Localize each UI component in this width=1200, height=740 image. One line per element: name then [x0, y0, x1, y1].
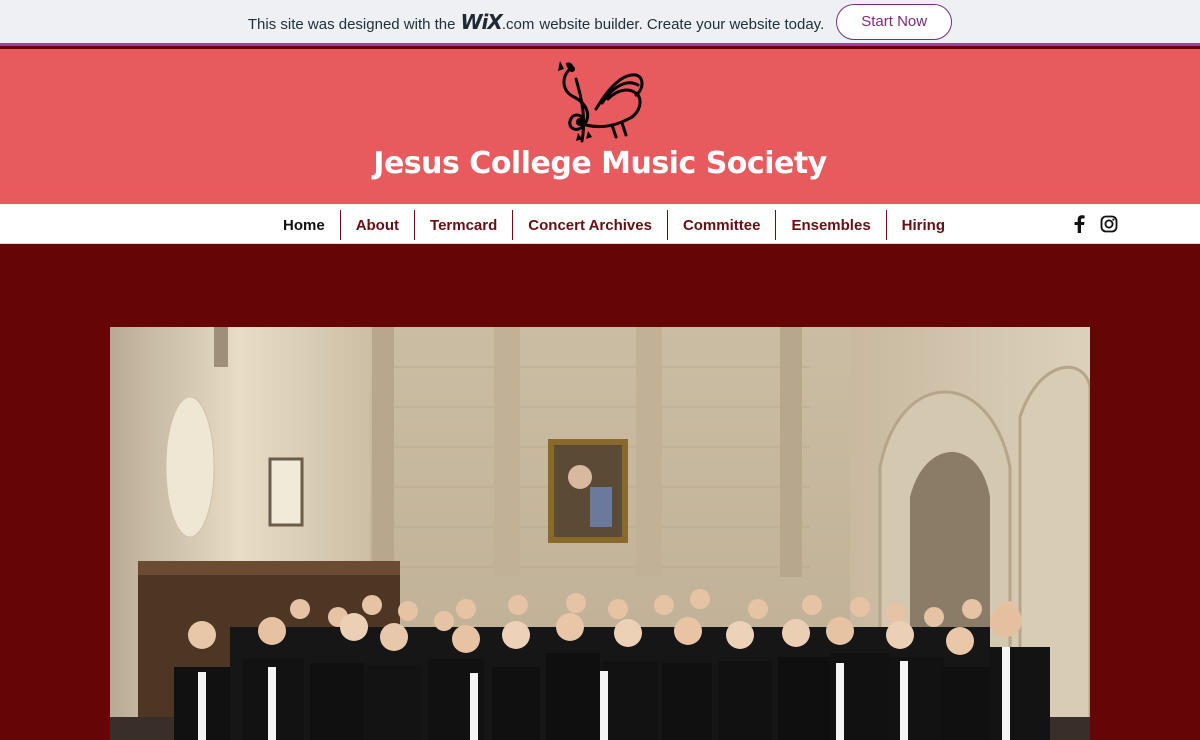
nav-item-ensembles[interactable]: Ensembles: [775, 210, 885, 240]
wix-dotcom: .com: [501, 15, 535, 33]
facebook-icon[interactable]: [1070, 215, 1088, 233]
wix-banner-text-after: website builder. Create your website tod…: [539, 15, 825, 33]
start-now-button[interactable]: Start Now: [836, 3, 953, 40]
group-photo: [110, 327, 1090, 740]
nav-item-termcard[interactable]: Termcard: [414, 210, 512, 240]
nav-item-home[interactable]: Home: [268, 210, 340, 240]
rooster-treble-clef-icon[interactable]: [552, 59, 648, 145]
wix-banner-text: This site was designed with the WiX .com …: [248, 10, 824, 34]
nav-list: Home About Termcard Concert Archives Com…: [268, 210, 960, 240]
wix-logo[interactable]: WiX: [461, 10, 503, 34]
nav-item-committee[interactable]: Committee: [666, 210, 776, 240]
site-header: Jesus College Music Society: [0, 49, 1200, 204]
site-title: Jesus College Music Society: [373, 146, 827, 181]
nav-item-concert-archives[interactable]: Concert Archives: [512, 210, 667, 240]
wix-banner-text-before: This site was designed with the: [247, 15, 456, 33]
social-links: [1070, 215, 1118, 233]
main-nav: Home About Termcard Concert Archives Com…: [0, 204, 1200, 244]
nav-item-about[interactable]: About: [339, 210, 414, 240]
wix-promo-banner: This site was designed with the WiX .com …: [0, 0, 1200, 46]
nav-item-hiring[interactable]: Hiring: [885, 210, 960, 240]
instagram-icon[interactable]: [1100, 215, 1118, 233]
